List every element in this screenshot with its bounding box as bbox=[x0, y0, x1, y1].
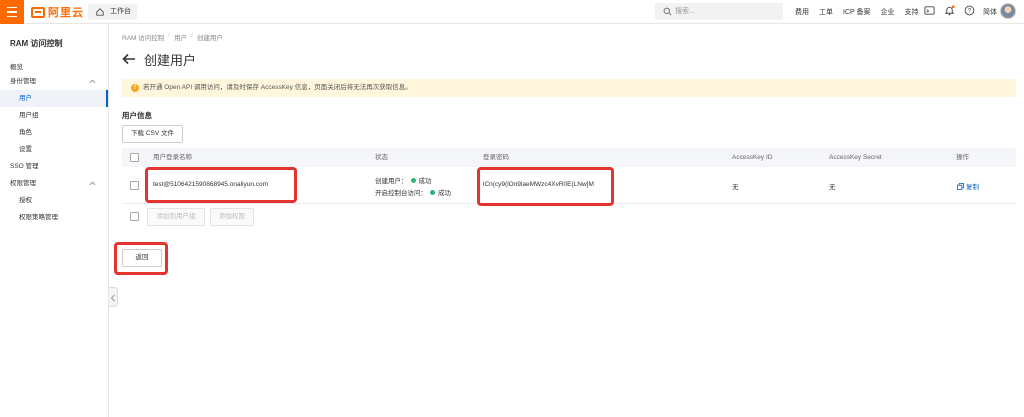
download-csv-button[interactable]: 下载 CSV 文件 bbox=[122, 125, 183, 143]
nav-link-enterprise[interactable]: 企业 bbox=[881, 7, 895, 17]
add-to-group-button[interactable]: 添加到用户组 bbox=[147, 208, 205, 226]
sidebar-group-permissions[interactable]: 权限管理 bbox=[0, 175, 108, 192]
sidebar-title: RAM 访问控制 bbox=[10, 39, 63, 48]
sidebar-item-label: 用户 bbox=[19, 95, 32, 102]
bell-icon[interactable] bbox=[944, 5, 955, 16]
column-header-accesskey-secret: AccessKey Secret bbox=[829, 154, 882, 161]
sidebar-item-label: SSO 管理 bbox=[10, 163, 39, 170]
sidebar-item-settings[interactable]: 设置 bbox=[0, 141, 108, 158]
help-icon[interactable]: ? bbox=[964, 5, 975, 16]
workbench-label: 工作台 bbox=[110, 8, 131, 15]
column-header-password: 登录密码 bbox=[483, 154, 509, 161]
column-header-status: 状态 bbox=[375, 154, 388, 161]
breadcrumb-users[interactable]: 用户 bbox=[174, 32, 187, 42]
accesskey-id-value: 无 bbox=[732, 184, 739, 191]
sidebar-item-sso[interactable]: SSO 管理 bbox=[0, 158, 108, 175]
warning-icon: ! bbox=[131, 84, 139, 92]
sidebar-item-roles[interactable]: 角色 bbox=[0, 124, 108, 141]
home-icon bbox=[96, 8, 104, 16]
top-icons: ? bbox=[924, 5, 975, 16]
column-header-actions: 操作 bbox=[956, 154, 969, 161]
success-dot bbox=[430, 190, 435, 195]
top-bar: 阿里云 工作台 搜索... 费用 工单 ICP 备案 企业 支持 ? 简体 bbox=[0, 0, 1024, 24]
terminal-icon[interactable] bbox=[924, 5, 935, 16]
chevron-up-icon bbox=[89, 79, 96, 84]
aliyun-logo-icon bbox=[31, 6, 45, 18]
sidebar: RAM 访问控制 概览 身份管理 用户 用户组 角色 设置 SSO 管理 权限管… bbox=[0, 24, 109, 417]
status-create-label: 创建用户： bbox=[375, 178, 408, 185]
status-console-value: 成功 bbox=[438, 190, 451, 197]
search-icon bbox=[663, 7, 672, 16]
aliyun-logo[interactable]: 阿里云 bbox=[31, 5, 84, 19]
logo-text: 阿里云 bbox=[48, 7, 84, 19]
status-create-user: 创建用户： 成功 bbox=[375, 175, 432, 185]
sidebar-item-user-groups[interactable]: 用户组 bbox=[0, 107, 108, 124]
section-title: 用户信息 bbox=[122, 111, 152, 120]
chevron-left-icon bbox=[110, 294, 115, 302]
sidebar-item-grants[interactable]: 授权 bbox=[0, 192, 108, 209]
select-all-checkbox[interactable] bbox=[130, 153, 139, 162]
sidebar-item-label: 设置 bbox=[19, 146, 32, 153]
nav-link-support[interactable]: 支持 bbox=[905, 7, 919, 17]
sidebar-collapse-button[interactable] bbox=[109, 287, 118, 307]
language-switch[interactable]: 简体 bbox=[983, 7, 997, 17]
copy-button[interactable]: 复制 bbox=[957, 181, 979, 191]
column-header-login-name: 用户登录名称 bbox=[153, 154, 192, 161]
nav-link-icp[interactable]: ICP 备案 bbox=[843, 7, 871, 17]
bulk-select-checkbox[interactable] bbox=[130, 212, 139, 221]
back-arrow-icon[interactable] bbox=[122, 53, 136, 65]
workbench-button[interactable]: 工作台 bbox=[88, 4, 137, 20]
page-title: 创建用户 bbox=[144, 53, 197, 68]
accesskey-secret-value: 无 bbox=[829, 184, 836, 191]
success-dot bbox=[410, 178, 416, 183]
table-header: 用户登录名称 状态 登录密码 AccessKey ID AccessKey Se… bbox=[122, 148, 1016, 167]
highlight-box-return bbox=[114, 242, 168, 275]
warning-notice: ! 若开通 Open API 调用访问，请及时保存 AccessKey 信息，页… bbox=[122, 79, 1016, 97]
highlight-box-password bbox=[477, 167, 614, 206]
sidebar-group-identity[interactable]: 身份管理 bbox=[0, 73, 108, 90]
search-input[interactable]: 搜索... bbox=[655, 3, 783, 20]
status-console-label: 开启控制台访问： bbox=[375, 190, 427, 197]
sidebar-item-users[interactable]: 用户 bbox=[0, 90, 108, 107]
svg-text:?: ? bbox=[968, 9, 972, 15]
sidebar-item-label: 身份管理 bbox=[10, 78, 36, 85]
chevron-up-icon bbox=[89, 181, 96, 186]
breadcrumb-create-user: 创建用户 bbox=[196, 35, 223, 42]
top-nav-links: 费用 工单 ICP 备案 企业 支持 bbox=[795, 0, 919, 24]
nav-link-tickets[interactable]: 工单 bbox=[819, 7, 833, 17]
column-header-accesskey-id: AccessKey ID bbox=[732, 154, 773, 161]
copy-label: 复制 bbox=[966, 184, 979, 191]
avatar[interactable] bbox=[1000, 3, 1016, 19]
add-permission-button[interactable]: 添加权限 bbox=[210, 208, 254, 226]
sidebar-item-label: 权限管理 bbox=[10, 180, 36, 187]
sidebar-item-policies[interactable]: 权限策略管理 bbox=[0, 209, 108, 226]
nav-link-fees[interactable]: 费用 bbox=[795, 7, 809, 17]
status-console-access: 开启控制台访问： 成功 bbox=[375, 187, 451, 197]
highlight-box-login-name bbox=[145, 167, 297, 203]
copy-icon bbox=[957, 183, 964, 190]
row-checkbox[interactable] bbox=[130, 181, 139, 190]
sidebar-item-label: 角色 bbox=[19, 129, 32, 136]
breadcrumb-separator: / bbox=[168, 32, 171, 39]
sidebar-item-label: 用户组 bbox=[19, 112, 39, 119]
breadcrumb-separator: / bbox=[191, 32, 193, 39]
breadcrumb: RAM 访问控制 / 用户 / 创建用户 bbox=[122, 32, 223, 42]
status-create-value: 成功 bbox=[418, 178, 432, 185]
notice-text: 若开通 Open API 调用访问，请及时保存 AccessKey 信息，页面关… bbox=[143, 84, 412, 91]
sidebar-item-label: 概览 bbox=[10, 64, 23, 71]
menu-icon[interactable] bbox=[0, 0, 24, 24]
search-placeholder: 搜索... bbox=[675, 8, 695, 15]
breadcrumb-ram[interactable]: RAM 访问控制 bbox=[122, 32, 164, 42]
sidebar-item-label: 授权 bbox=[19, 197, 32, 204]
sidebar-item-label: 权限策略管理 bbox=[19, 214, 58, 221]
